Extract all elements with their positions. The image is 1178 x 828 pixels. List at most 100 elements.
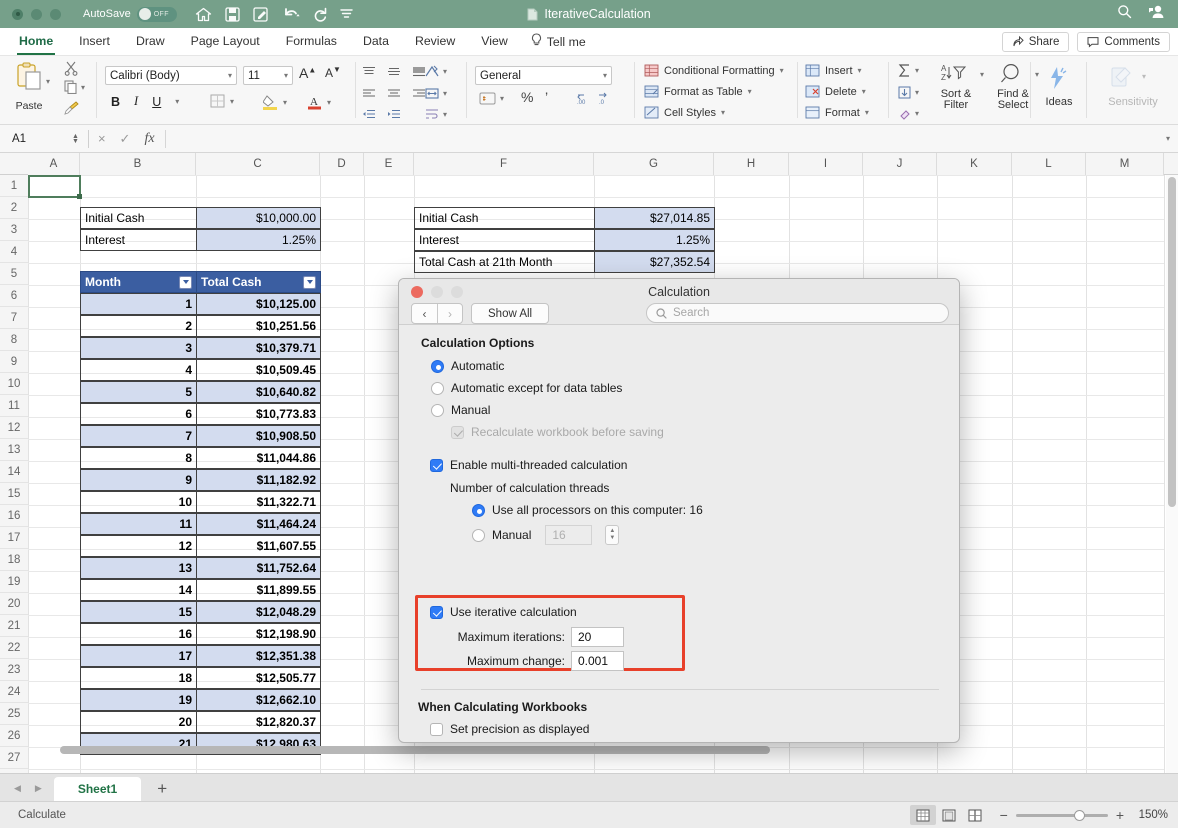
table-row[interactable]: $12,505.77 <box>196 667 321 689</box>
checkbox-use-1904-date-system[interactable]: Use 1904 date system <box>430 741 569 743</box>
page-break-view-button[interactable] <box>962 805 988 825</box>
column-header-c[interactable]: C <box>196 153 320 175</box>
close-window-button[interactable] <box>12 9 23 20</box>
increase-font-size-button[interactable]: A▲ <box>299 65 316 81</box>
accounting-chevron-down-icon[interactable]: ▾ <box>500 94 504 103</box>
column-header-k[interactable]: K <box>937 153 1012 175</box>
vertical-scrollbar-track[interactable] <box>1166 175 1178 773</box>
format-painter-button[interactable] <box>64 101 79 120</box>
delete-cells-chevron-down-icon[interactable]: ▾ <box>862 87 866 96</box>
table-header-total-cash[interactable]: Total Cash <box>196 271 321 293</box>
row-header-17[interactable]: 17 <box>0 527 28 549</box>
checkbox-multithreaded-calculation[interactable]: Enable multi-threaded calculation <box>430 458 627 472</box>
customize-toolbar-icon[interactable] <box>340 8 353 20</box>
table-row[interactable]: $11,044.86 <box>196 447 321 469</box>
save-as-icon[interactable] <box>253 7 269 22</box>
next-sheet-icon[interactable]: ▶ <box>35 783 42 794</box>
table-row[interactable]: $12,662.10 <box>196 689 321 711</box>
horizontal-scrollbar-thumb[interactable] <box>60 746 770 754</box>
tab-home[interactable]: Home <box>6 28 66 56</box>
row-header-6[interactable]: 6 <box>0 285 28 307</box>
font-style-buttons[interactable]: B I U ▾ <box>111 94 179 109</box>
row-header-2[interactable]: 2 <box>0 197 28 219</box>
vertical-align-buttons[interactable] <box>362 66 426 78</box>
cell-c2-initial-cash-value[interactable]: $10,000.00 <box>196 207 321 229</box>
autosave-control[interactable]: AutoSave OFF <box>83 7 177 22</box>
radio-automatic-except-data-tables[interactable]: Automatic except for data tables <box>431 381 622 395</box>
format-as-table-button[interactable]: Format as Table ▾ <box>644 85 752 98</box>
status-bar-right[interactable]: − + 150% <box>910 805 1168 825</box>
table-row[interactable]: 6 <box>80 403 197 425</box>
column-header-m[interactable]: M <box>1086 153 1164 175</box>
column-header-l[interactable]: L <box>1012 153 1086 175</box>
insert-cells-chevron-down-icon[interactable]: ▾ <box>858 66 862 75</box>
cell-styles-chevron-down-icon[interactable]: ▾ <box>721 108 725 117</box>
table-row[interactable]: 11 <box>80 513 197 535</box>
insert-cells-button[interactable]: Insert ▾ <box>805 64 862 77</box>
autosum-chevron-down-icon[interactable]: ▾ <box>915 66 919 75</box>
undo-icon[interactable] <box>282 7 301 21</box>
number-format-chevron-down-icon[interactable]: ▾ <box>603 71 607 80</box>
row-header-22[interactable]: 22 <box>0 637 28 659</box>
table-row[interactable]: 8 <box>80 447 197 469</box>
manual-threads-stepper[interactable]: ▲ ▼ <box>605 525 619 545</box>
font-color-button[interactable]: A ▾ <box>308 94 331 110</box>
cell-styles-button[interactable]: Cell Styles ▾ <box>644 106 725 119</box>
column-header-e[interactable]: E <box>364 153 414 175</box>
conditional-formatting-button[interactable]: Conditional Formatting ▾ <box>644 64 784 77</box>
row-header-3[interactable]: 3 <box>0 219 28 241</box>
checkbox-1904-indicator[interactable] <box>430 742 443 744</box>
insert-function-icon[interactable]: fx <box>144 131 154 147</box>
dialog-forward-button[interactable]: › <box>437 304 462 323</box>
expand-formula-bar-icon[interactable]: ▾ <box>1166 134 1170 143</box>
cell-b3-interest-label[interactable]: Interest <box>80 229 197 251</box>
wrap-text-button[interactable]: ▾ <box>425 108 447 120</box>
row-header-14[interactable]: 14 <box>0 461 28 483</box>
number-format-select[interactable]: General ▾ <box>475 66 612 85</box>
row-header-19[interactable]: 19 <box>0 571 28 593</box>
add-sheet-button[interactable]: + <box>141 777 183 801</box>
cell-f4-total-label[interactable]: Total Cash at 21th Month <box>414 251 595 273</box>
fill-chevron-down-icon[interactable]: ▾ <box>915 88 919 97</box>
font-color-chevron-down-icon[interactable]: ▾ <box>327 98 331 107</box>
table-row[interactable]: $10,908.50 <box>196 425 321 447</box>
calculation-preferences-dialog[interactable]: Calculation ‹ › Show All Search Calculat… <box>398 278 960 743</box>
table-row[interactable]: 4 <box>80 359 197 381</box>
table-row[interactable]: 12 <box>80 535 197 557</box>
show-all-button[interactable]: Show All <box>471 303 549 324</box>
window-controls[interactable] <box>12 9 61 20</box>
radio-manual-indicator[interactable] <box>431 404 444 417</box>
column-header-i[interactable]: I <box>789 153 863 175</box>
row-header-23[interactable]: 23 <box>0 659 28 681</box>
table-row[interactable]: 2 <box>80 315 197 337</box>
table-row[interactable]: $11,607.55 <box>196 535 321 557</box>
table-row[interactable]: 7 <box>80 425 197 447</box>
normal-view-button[interactable] <box>910 805 936 825</box>
radio-manual[interactable]: Manual <box>431 403 490 417</box>
checkbox-set-precision-as-displayed[interactable]: Set precision as displayed <box>430 722 589 736</box>
row-header-11[interactable]: 11 <box>0 395 28 417</box>
tab-formulas[interactable]: Formulas <box>273 28 350 56</box>
radio-automatic-indicator[interactable] <box>431 360 444 373</box>
table-row[interactable]: 19 <box>80 689 197 711</box>
radio-manual-threads-indicator[interactable] <box>472 529 485 542</box>
sort-filter-chevron-down-icon[interactable]: ▾ <box>980 70 984 79</box>
sheet-tab-sheet1[interactable]: Sheet1 <box>54 777 141 801</box>
fill-color-chevron-down-icon[interactable]: ▾ <box>283 98 287 107</box>
dialog-back-button[interactable]: ‹ <box>412 304 437 323</box>
borders-chevron-down-icon[interactable]: ▾ <box>230 97 234 106</box>
orientation-button[interactable]: ▾ <box>425 65 447 78</box>
merge-cells-button[interactable]: ▾ <box>425 87 447 100</box>
table-row[interactable]: 10 <box>80 491 197 513</box>
row-header-9[interactable]: 9 <box>0 351 28 373</box>
cell-g3-interest-value[interactable]: 1.25% <box>594 229 715 251</box>
comments-button[interactable]: Comments <box>1077 32 1170 52</box>
fill-button[interactable]: ▾ <box>898 86 919 99</box>
table-row[interactable]: $11,752.64 <box>196 557 321 579</box>
selected-cell-a1[interactable] <box>28 175 81 198</box>
table-row[interactable]: 13 <box>80 557 197 579</box>
max-iterations-input[interactable]: 20 <box>571 627 624 647</box>
bold-button[interactable]: B <box>111 95 120 109</box>
cell-f3-interest-label[interactable]: Interest <box>414 229 595 251</box>
font-name-chevron-down-icon[interactable]: ▾ <box>228 71 232 80</box>
